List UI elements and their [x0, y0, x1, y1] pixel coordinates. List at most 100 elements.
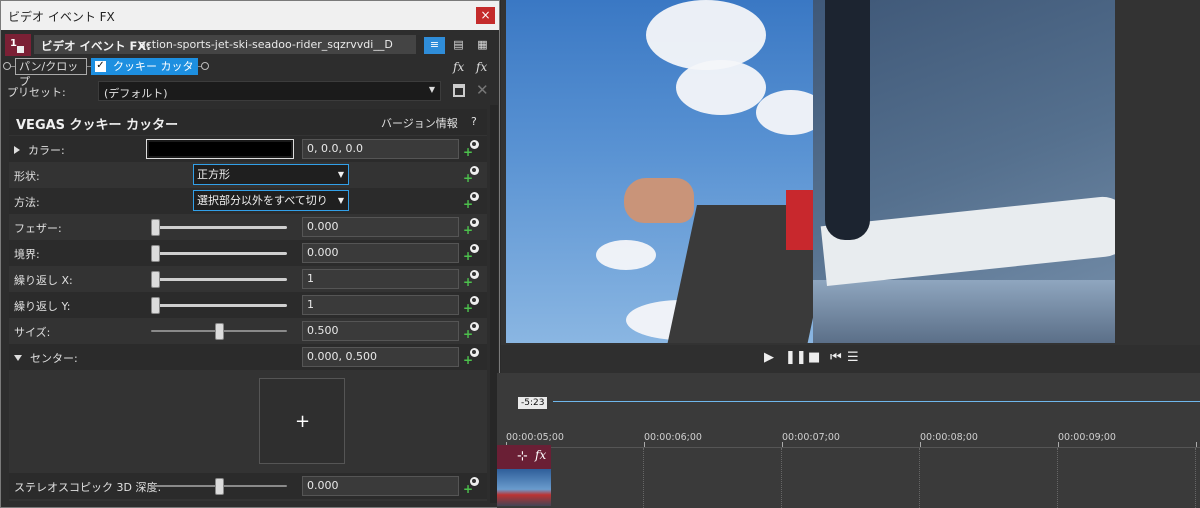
chevron-down-icon: ▼ — [428, 85, 435, 94]
animate-keyframe-icon[interactable]: + — [463, 140, 479, 159]
animate-keyframe-icon[interactable]: + — [463, 477, 479, 496]
close-icon[interactable]: ✕ — [476, 81, 489, 99]
grid-view-button[interactable]: ▦ — [472, 37, 493, 54]
feather-value-field[interactable]: 0.000 — [302, 217, 459, 237]
preset-row: プリセット: (デフォルト) ▼ ✕ — [1, 80, 499, 102]
slider-thumb[interactable] — [151, 271, 160, 288]
repeat-x-value-field[interactable]: 1 — [302, 269, 459, 289]
animate-keyframe-icon[interactable]: + — [463, 322, 479, 341]
param-color-label-text: カラー: — [28, 144, 65, 157]
color-swatch[interactable] — [146, 139, 294, 159]
param-row-stereo-depth: ステレオスコピック 3D 深度: 0.000 + — [9, 473, 487, 499]
animate-keyframe-icon[interactable]: + — [463, 348, 479, 367]
event-fx-icon[interactable]: fx — [535, 448, 546, 462]
feather-slider[interactable] — [151, 219, 287, 236]
cookie-cutter-panel: VEGAS クッキー カッター バージョン情報 ? カラー: 0, 0.0, 0… — [9, 109, 487, 501]
param-row-border: 境界: 0.000 + — [9, 240, 487, 266]
crop-icon[interactable]: ⊹ — [517, 449, 528, 464]
plugin-pan-crop[interactable]: パン/クロップ — [15, 58, 87, 88]
center-position-pad[interactable]: + — [259, 378, 345, 464]
fx-chain-title: ビデオ イベント FX: action-sports-jet-ski-seado… — [34, 35, 416, 54]
timeline-gridline — [1195, 448, 1196, 508]
repeat-y-value-field[interactable]: 1 — [302, 295, 459, 315]
remove-plugin-icon[interactable]: fx — [476, 60, 487, 74]
list-view-button[interactable]: ≡ — [424, 37, 445, 54]
ruler-label: 00:00:05;00 — [506, 432, 564, 443]
animate-keyframe-icon[interactable]: + — [463, 218, 479, 237]
animate-keyframe-icon[interactable]: + — [463, 166, 479, 185]
animate-keyframe-icon[interactable]: + — [463, 244, 479, 263]
timeline: -5:23 00:00:05;00 00:00:06;00 00:00:07;0… — [497, 373, 1200, 508]
chevron-down-icon: ▼ — [337, 196, 344, 205]
video-event-header[interactable]: ⊹ fx — [497, 445, 551, 469]
preview-image-right — [813, 0, 1115, 343]
size-slider[interactable] — [151, 323, 287, 340]
param-color-label[interactable]: カラー: — [14, 142, 65, 158]
cloud — [676, 60, 766, 115]
param-center-label[interactable]: センター: — [14, 350, 78, 366]
save-icon[interactable] — [453, 84, 465, 97]
version-info-link[interactable]: バージョン情報 — [381, 115, 458, 131]
stereo-depth-value-field[interactable]: 0.000 — [302, 476, 459, 496]
prev-frame-icon[interactable]: ⏮ — [830, 350, 842, 365]
slider-thumb[interactable] — [151, 245, 160, 262]
border-slider[interactable] — [151, 245, 287, 262]
plugin-cookie-cutter[interactable]: ✓ クッキー カッター — [91, 58, 198, 90]
animate-keyframe-icon[interactable]: + — [463, 270, 479, 289]
play-icon[interactable]: ▶ — [764, 350, 774, 365]
shape-dropdown[interactable]: 正方形 ▼ — [193, 164, 349, 185]
timeline-gridline — [781, 448, 782, 508]
param-row-size: サイズ: 0.500 + — [9, 318, 487, 344]
animate-keyframe-icon[interactable]: + — [463, 192, 479, 211]
close-window-button[interactable]: × — [476, 7, 495, 24]
help-button[interactable]: ? — [471, 115, 477, 128]
timeline-gridline — [919, 448, 920, 508]
plugin-chain: パン/クロップ ✓ クッキー カッター fx fx — [1, 56, 499, 90]
rider-hand — [624, 178, 694, 223]
video-event-fx-window: ビデオ イベント FX × 1 ビデオ イベント FX: action-spor… — [0, 0, 500, 508]
stereo-depth-slider[interactable] — [151, 478, 287, 495]
pause-icon[interactable]: ❚❚ — [785, 350, 807, 365]
color-swatch-fill — [149, 142, 291, 156]
collapse-icon[interactable] — [14, 355, 22, 361]
transport-bar: ▶ ❚❚ ■ ⏮ ☰ — [501, 345, 1200, 373]
time-ruler[interactable]: 00:00:05;00 00:00:06;00 00:00:07;00 00:0… — [497, 430, 1200, 448]
crosshair-icon[interactable]: + — [295, 413, 310, 431]
color-value-field[interactable]: 0, 0.0, 0.0 — [302, 139, 459, 159]
slider-thumb[interactable] — [215, 478, 224, 495]
param-row-method: 方法: 選択部分以外をすべて切り ▼ + — [9, 188, 487, 214]
slider-thumb[interactable] — [215, 323, 224, 340]
cloud — [596, 240, 656, 270]
track-divider — [497, 447, 1200, 448]
stop-icon[interactable]: ■ — [808, 350, 820, 365]
ruler-label: 00:00:07;00 — [782, 432, 840, 443]
plugin-enable-checkbox[interactable]: ✓ — [95, 61, 106, 72]
repeat-x-slider[interactable] — [151, 271, 287, 288]
expand-icon[interactable] — [14, 146, 20, 154]
cursor-time-badge: -5:23 — [518, 397, 548, 409]
method-dropdown[interactable]: 選択部分以外をすべて切り ▼ — [193, 190, 349, 211]
param-row-repeat-x: 繰り返し X: 1 + — [9, 266, 487, 292]
slider-thumb[interactable] — [151, 219, 160, 236]
surfer-leg — [825, 0, 870, 240]
scrub-bar[interactable]: -5:23 — [497, 397, 1200, 409]
border-value-field[interactable]: 0.000 — [302, 243, 459, 263]
param-row-shape: 形状: 正方形 ▼ + — [9, 162, 487, 188]
list-icon[interactable]: ☰ — [847, 350, 859, 365]
preset-label: プリセット: — [7, 86, 66, 99]
animate-keyframe-icon[interactable]: + — [463, 296, 479, 315]
detail-view-button[interactable]: ▤ — [448, 37, 469, 54]
param-method-label: 方法: — [14, 196, 40, 209]
fx-chain-row: 1 ビデオ イベント FX: action-sports-jet-ski-sea… — [1, 31, 499, 59]
size-value-field[interactable]: 0.500 — [302, 321, 459, 341]
fx-chain-label: ビデオ イベント FX: — [41, 39, 151, 53]
preset-dropdown[interactable]: (デフォルト) ▼ — [98, 81, 441, 101]
title-bar[interactable]: ビデオ イベント FX × — [1, 1, 499, 30]
video-event-thumbnail[interactable] — [497, 469, 551, 506]
plugin-chooser-icon[interactable]: fx — [453, 60, 464, 74]
event-thumbnail: 1 — [5, 34, 31, 56]
repeat-y-slider[interactable] — [151, 297, 287, 314]
shape-value: 正方形 — [197, 168, 230, 181]
center-value-field[interactable]: 0.000, 0.500 — [302, 347, 459, 367]
slider-thumb[interactable] — [151, 297, 160, 314]
